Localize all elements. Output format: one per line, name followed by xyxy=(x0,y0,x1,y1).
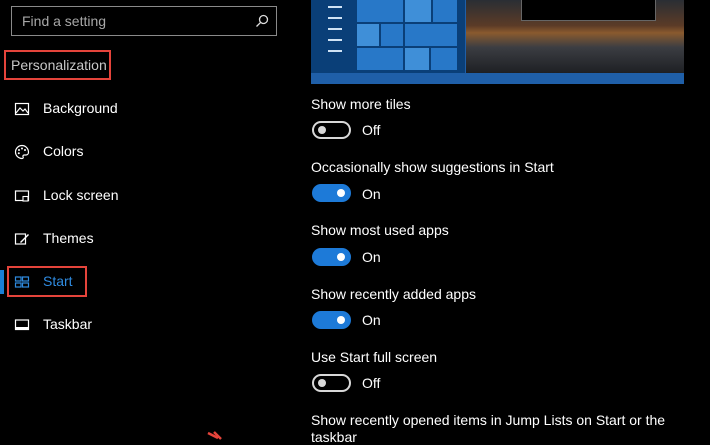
red-arrow-annotation xyxy=(207,431,222,440)
sidebar-item-label: Lock screen xyxy=(43,187,119,203)
toggle-state-text: On xyxy=(362,249,381,265)
toggle-state-text: On xyxy=(362,312,381,328)
sidebar-item-taskbar[interactable]: Taskbar xyxy=(0,307,280,343)
setting-label-full-screen: Use Start full screen xyxy=(311,349,438,365)
sidebar-item-colors[interactable]: Colors xyxy=(0,134,280,170)
palette-icon xyxy=(14,144,30,160)
search-box[interactable] xyxy=(11,6,277,36)
start-highlight-box xyxy=(7,266,87,297)
toggle-full-screen[interactable] xyxy=(312,374,351,392)
start-preview-image xyxy=(311,0,684,84)
toggle-suggestions[interactable] xyxy=(312,184,351,202)
search-input[interactable] xyxy=(22,13,242,29)
preview-window xyxy=(521,0,656,21)
sidebar-item-themes[interactable]: Themes xyxy=(0,221,280,257)
toggle-state-text: Off xyxy=(362,375,381,391)
lock-screen-icon xyxy=(14,190,30,202)
preview-start-menu xyxy=(311,0,465,73)
toggle-state-text: Off xyxy=(362,122,381,138)
sidebar-item-lock-screen[interactable]: Lock screen xyxy=(0,178,280,214)
setting-label-jump-lists-line2: taskbar xyxy=(311,429,357,445)
setting-label-recently-added-apps: Show recently added apps xyxy=(311,286,476,302)
sidebar-item-label: Background xyxy=(43,100,118,116)
setting-label-jump-lists: Show recently opened items in Jump Lists… xyxy=(311,412,666,428)
search-icon[interactable] xyxy=(254,13,270,29)
sidebar-item-label: Themes xyxy=(43,230,94,246)
active-indicator xyxy=(0,270,4,294)
sidebar-item-background[interactable]: Background xyxy=(0,91,280,127)
toggle-most-used-apps[interactable] xyxy=(312,248,351,266)
sidebar-item-label: Taskbar xyxy=(43,316,93,332)
themes-icon xyxy=(14,233,29,245)
toggle-recently-added-apps[interactable] xyxy=(312,311,351,329)
setting-label-suggestions: Occasionally show suggestions in Start xyxy=(311,159,554,175)
setting-label-most-used-apps: Show most used apps xyxy=(311,222,449,238)
setting-label-show-more-tiles: Show more tiles xyxy=(311,96,411,112)
toggle-state-text: On xyxy=(362,186,381,202)
picture-icon xyxy=(14,102,30,116)
section-title-personalization: Personalization xyxy=(4,50,111,80)
toggle-show-more-tiles[interactable] xyxy=(312,121,351,139)
sidebar-item-label: Colors xyxy=(43,143,84,159)
taskbar-icon xyxy=(14,319,30,331)
